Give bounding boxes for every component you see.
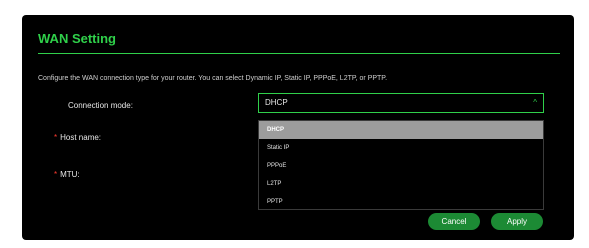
- section-description: Configure the WAN connection type for yo…: [38, 75, 388, 82]
- dropdown-option-dhcp[interactable]: DHCP: [259, 121, 543, 139]
- host-name-label-text: Host name:: [60, 133, 102, 142]
- connection-mode-dropdown: DHCP Static IP PPPoE L2TP PPTP: [258, 120, 544, 210]
- host-name-label: * Host name:: [54, 133, 101, 142]
- apply-button[interactable]: Apply: [491, 213, 543, 230]
- cancel-button[interactable]: Cancel: [428, 213, 480, 230]
- title-divider: [38, 53, 560, 54]
- connection-mode-label: Connection mode:: [68, 101, 133, 110]
- dropdown-option-static-ip[interactable]: Static IP: [259, 139, 543, 157]
- wan-setting-panel: WAN Setting Configure the WAN connection…: [22, 15, 574, 240]
- chevron-up-icon: ^: [533, 98, 537, 107]
- required-marker: *: [54, 133, 58, 142]
- connection-mode-select[interactable]: DHCP ^: [258, 93, 544, 113]
- mtu-label-text: MTU:: [60, 170, 80, 179]
- required-marker: *: [54, 170, 58, 179]
- dropdown-option-pppoe[interactable]: PPPoE: [259, 157, 543, 175]
- dropdown-option-pptp[interactable]: PPTP: [259, 193, 543, 211]
- mtu-label: * MTU:: [54, 170, 80, 179]
- dropdown-option-l2tp[interactable]: L2TP: [259, 175, 543, 193]
- connection-mode-label-text: Connection mode:: [68, 101, 133, 110]
- section-title: WAN Setting: [38, 31, 116, 46]
- connection-mode-value: DHCP: [265, 98, 288, 107]
